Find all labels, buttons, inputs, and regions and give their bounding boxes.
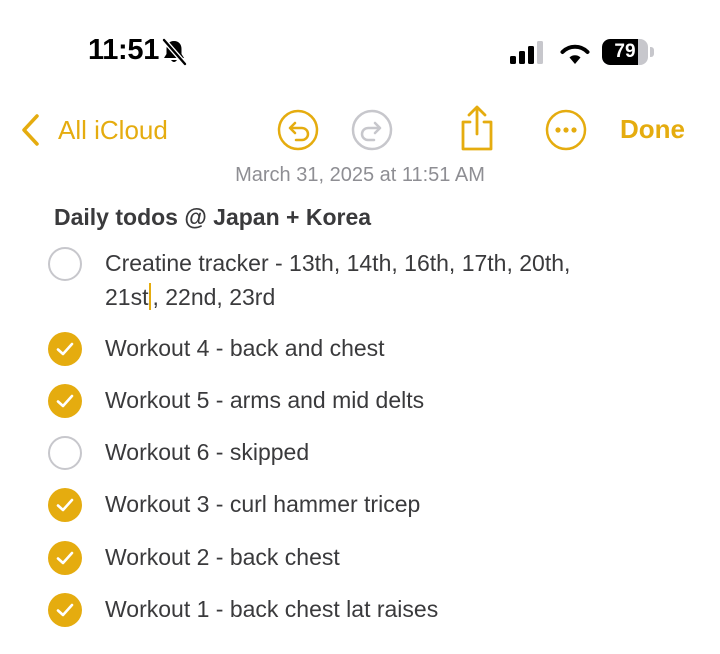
- wifi-icon: [560, 44, 590, 64]
- checkbox-unchecked[interactable]: [48, 436, 82, 470]
- battery-icon: 79: [602, 39, 656, 65]
- checklist-item-text[interactable]: Creatine tracker - 13th, 14th, 16th, 17t…: [105, 246, 665, 314]
- checklist-item-line-2a: 21st: [105, 284, 149, 310]
- checklist-item-text[interactable]: Workout 5 - arms and mid delts: [105, 383, 665, 417]
- note-toolbar: All iCloud Done: [0, 100, 720, 160]
- battery-level: 79: [614, 41, 636, 62]
- note-title[interactable]: Daily todos @ Japan + Korea: [54, 204, 371, 231]
- checklist-item-text[interactable]: Workout 2 - back chest: [105, 540, 665, 574]
- undo-icon[interactable]: [276, 108, 320, 152]
- share-icon[interactable]: [454, 104, 500, 152]
- chevron-left-icon: [22, 114, 39, 146]
- checkbox-checked[interactable]: [48, 488, 82, 522]
- checklist-item-line-2b: , 22nd, 23rd: [152, 284, 276, 310]
- done-button[interactable]: Done: [620, 114, 685, 145]
- checkbox-unchecked[interactable]: [48, 247, 82, 281]
- checkmark-icon: [56, 498, 74, 512]
- checklist-item-text[interactable]: Workout 3 - curl hammer tricep: [105, 487, 665, 521]
- note-date: March 31, 2025 at 11:51 AM: [235, 164, 485, 186]
- checkmark-icon: [56, 603, 74, 617]
- bell-slash-icon: [161, 38, 187, 66]
- checkbox-checked[interactable]: [48, 541, 82, 575]
- checkmark-icon: [56, 394, 74, 408]
- status-bar: 11:51 79: [0, 0, 720, 100]
- back-label: All iCloud: [58, 114, 168, 145]
- checklist-item-text[interactable]: Workout 4 - back and chest: [105, 331, 665, 365]
- more-icon[interactable]: [544, 108, 588, 152]
- checkbox-checked[interactable]: [48, 384, 82, 418]
- checkmark-icon: [56, 342, 74, 356]
- redo-icon[interactable]: [350, 108, 394, 152]
- battery-body: 79: [602, 39, 648, 65]
- checkbox-checked[interactable]: [48, 593, 82, 627]
- checklist-item-line-1: Creatine tracker - 13th, 14th, 16th, 17t…: [105, 250, 571, 276]
- cellular-signal-icon: [510, 41, 543, 64]
- checkmark-icon: [56, 551, 74, 565]
- status-time: 11:51: [88, 34, 160, 66]
- checklist-item-text[interactable]: Workout 1 - back chest lat raises: [105, 592, 665, 626]
- back-button[interactable]: All iCloud: [18, 110, 168, 150]
- checklist-item-text[interactable]: Workout 6 - skipped: [105, 435, 665, 469]
- battery-nub: [650, 47, 654, 57]
- checkbox-checked[interactable]: [48, 332, 82, 366]
